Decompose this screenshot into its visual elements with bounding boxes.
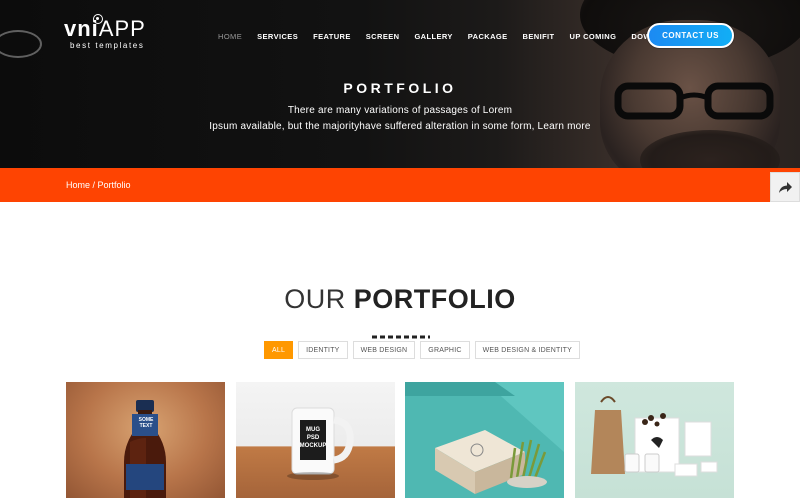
contact-us-button[interactable]: CONTACT US xyxy=(647,23,734,48)
breadcrumb-bar: Home / Portfolio xyxy=(0,168,800,202)
filter-identity[interactable]: IDENTITY xyxy=(298,341,348,359)
nav-up-coming[interactable]: UP COMING xyxy=(570,32,617,41)
logo-target-icon xyxy=(93,14,103,24)
site-logo[interactable]: vniAPP best templates xyxy=(64,14,146,50)
mug-label: MUG PSD MOCKUP xyxy=(299,427,327,449)
nav-feature[interactable]: FEATURE xyxy=(313,32,351,41)
heading-divider xyxy=(372,335,430,339)
portfolio-item-mug[interactable]: MUG PSD MOCKUP xyxy=(236,382,395,498)
logo-name: vniAPP xyxy=(64,16,146,41)
breadcrumb-separator: / xyxy=(90,180,98,190)
hero-title: PORTFOLIO xyxy=(343,80,457,96)
nav-home[interactable]: HOME xyxy=(218,32,242,41)
nav-benifit[interactable]: BENIFIT xyxy=(523,32,555,41)
packaging-mockup-image xyxy=(405,382,564,498)
filter-graphic[interactable]: GRAPHIC xyxy=(420,341,470,359)
main-nav: HOME SERVICES FEATURE SCREEN GALLERY PAC… xyxy=(218,32,713,41)
branding-mockup-image xyxy=(591,396,718,477)
filter-all[interactable]: ALL xyxy=(264,341,294,359)
share-arrow-icon xyxy=(778,181,792,193)
logo-tagline: best templates xyxy=(70,41,145,50)
share-button[interactable] xyxy=(770,172,800,202)
bottle-mockup-image xyxy=(124,400,166,498)
portfolio-item-branding[interactable] xyxy=(575,382,734,498)
portfolio-heading-bold: PORTFOLIO xyxy=(353,284,516,314)
nav-package[interactable]: PACKAGE xyxy=(468,32,508,41)
bottle-label: SOME TEXT xyxy=(138,417,154,429)
portfolio-filters: ALL IDENTITY WEB DESIGN GRAPHIC WEB DESI… xyxy=(264,341,585,359)
portfolio-item-bottle[interactable]: SOME TEXT xyxy=(66,382,225,498)
filter-web-design-identity[interactable]: WEB DESIGN & IDENTITY xyxy=(474,341,580,359)
portfolio-item-packaging[interactable] xyxy=(405,382,564,498)
nav-gallery[interactable]: GALLERY xyxy=(414,32,452,41)
nav-screen[interactable]: SCREEN xyxy=(366,32,400,41)
hero-ring-decor xyxy=(0,30,42,58)
breadcrumb: Home / Portfolio xyxy=(66,180,131,190)
nav-services[interactable]: SERVICES xyxy=(257,32,298,41)
hero-subtitle-line2: Ipsum available, but the majorityhave su… xyxy=(209,121,591,132)
hero-subtitle-line1: There are many variations of passages of… xyxy=(287,105,513,116)
hero-banner: vniAPP best templates HOME SERVICES FEAT… xyxy=(0,0,800,168)
portfolio-heading-light: OUR xyxy=(284,284,346,314)
breadcrumb-current: Portfolio xyxy=(97,180,131,190)
portfolio-heading: OUR PORTFOLIO xyxy=(0,284,800,315)
filter-web-design[interactable]: WEB DESIGN xyxy=(352,341,416,359)
breadcrumb-home-link[interactable]: Home xyxy=(66,180,90,190)
